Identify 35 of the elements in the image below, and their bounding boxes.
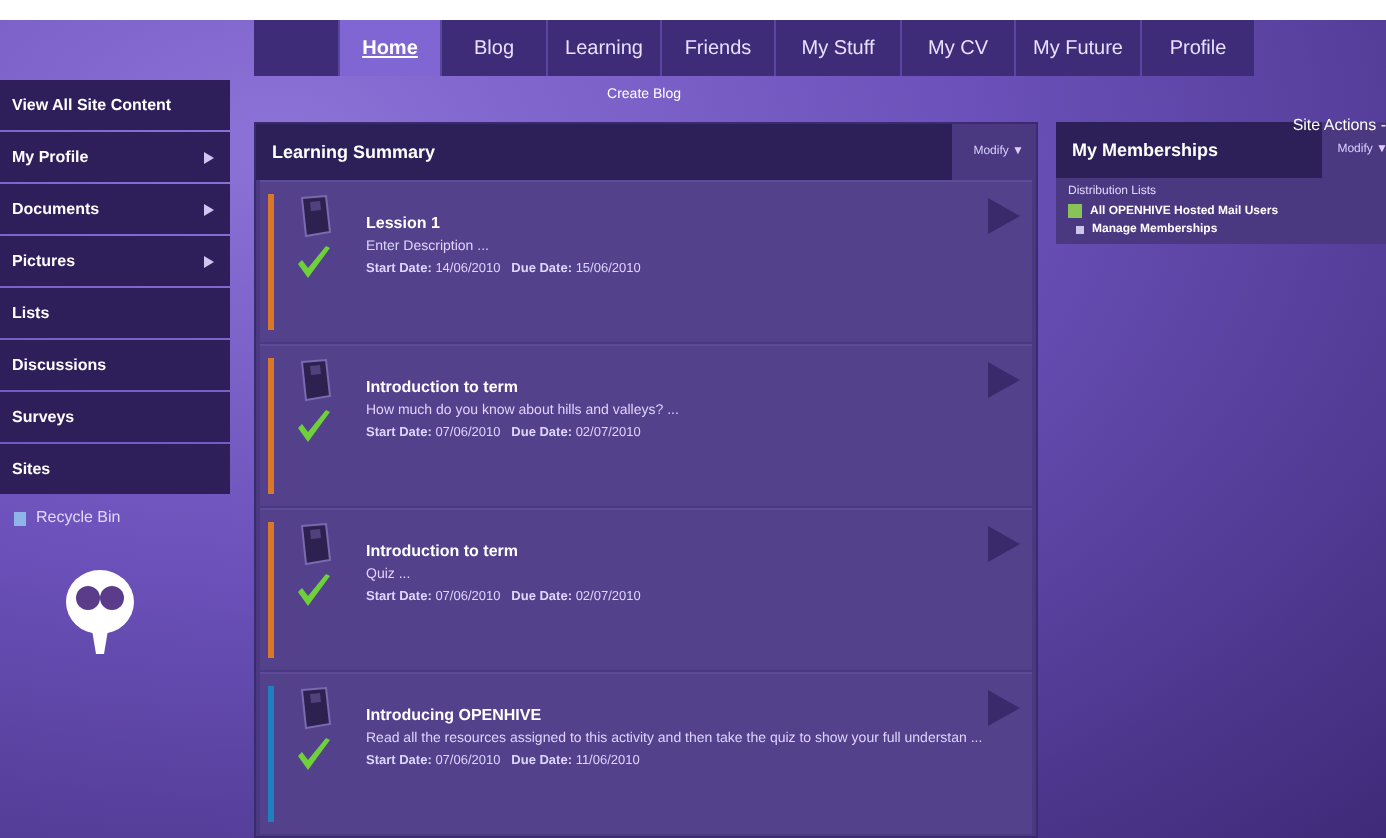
check-mark-icon: [294, 406, 334, 446]
sidebar-item[interactable]: My Profile: [0, 132, 230, 182]
sidebar-item[interactable]: View All Site Content: [0, 80, 230, 130]
item-title: Introducing OPENHIVE: [366, 706, 544, 724]
sidebar-item[interactable]: Pictures: [0, 236, 230, 286]
sidebar-item[interactable]: Sites: [0, 444, 230, 494]
nav-tab[interactable]: Learning: [548, 20, 662, 76]
recycle-bin-link[interactable]: Recycle Bin: [0, 496, 232, 526]
play-icon[interactable]: [988, 690, 1020, 726]
bullet-icon: [1076, 226, 1084, 234]
item-title: Lession 1: [366, 214, 442, 232]
check-mark-icon: [294, 570, 334, 610]
nav-tab[interactable]: Profile: [1142, 20, 1256, 76]
play-icon[interactable]: [988, 362, 1020, 398]
site-actions-menu[interactable]: Site Actions -: [1292, 116, 1386, 134]
nav-tab[interactable]: Friends: [662, 20, 776, 76]
group-icon: [1068, 204, 1082, 218]
play-icon[interactable]: [988, 198, 1020, 234]
nav-tab[interactable]: My Future: [1016, 20, 1142, 76]
nav-tab[interactable]: My Stuff: [776, 20, 902, 76]
item-title: Introduction to term: [366, 542, 520, 560]
sidebar-item[interactable]: Discussions: [0, 340, 230, 390]
panel-title: Learning Summary: [256, 124, 952, 180]
check-mark-icon: [294, 242, 334, 282]
nav-spacer: [254, 20, 340, 76]
nav-tab[interactable]: Home: [340, 20, 442, 76]
nav-tab[interactable]: Blog: [442, 20, 548, 76]
check-mark-icon: [294, 734, 334, 774]
sidebar-item[interactable]: Lists: [0, 288, 230, 338]
sidebar-item[interactable]: Surveys: [0, 392, 230, 442]
play-icon[interactable]: [988, 526, 1020, 562]
item-title: Introduction to term: [366, 378, 520, 396]
sidebar-item[interactable]: Documents: [0, 184, 230, 234]
bin-icon: [12, 509, 28, 525]
nav-tab[interactable]: My CV: [902, 20, 1016, 76]
